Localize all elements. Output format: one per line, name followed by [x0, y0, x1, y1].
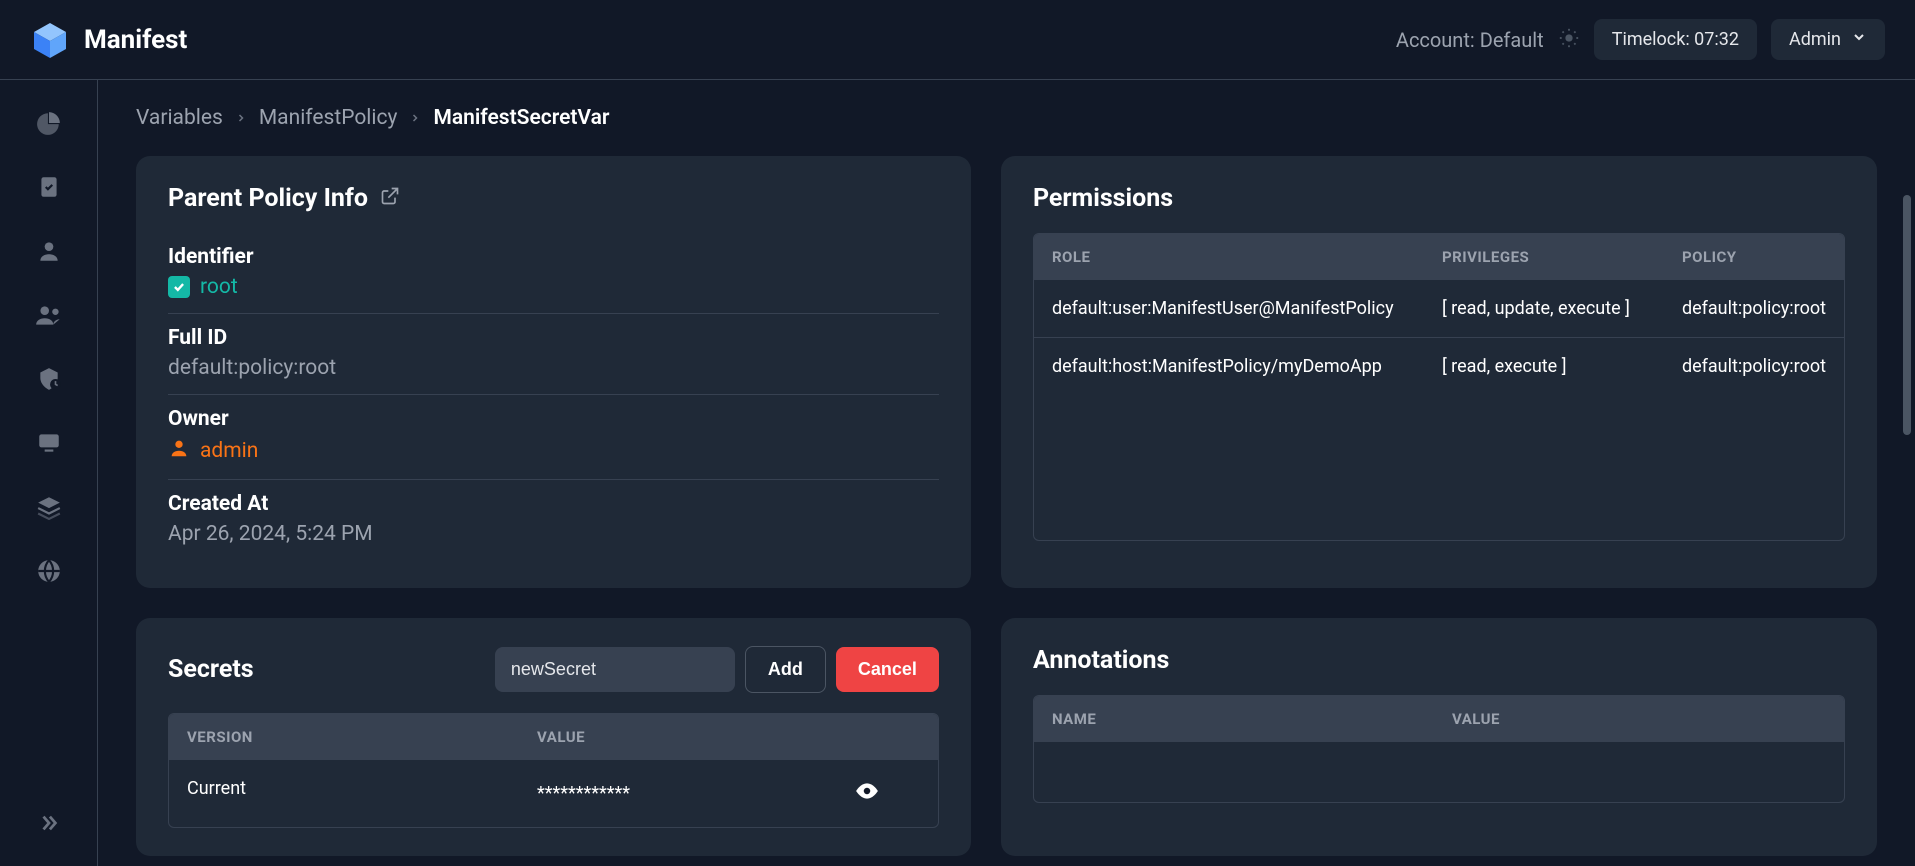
- nav-hosts-icon[interactable]: [36, 430, 62, 460]
- main-content: Variables ManifestPolicy ManifestSecretV…: [98, 80, 1915, 866]
- permissions-title: Permissions: [1033, 184, 1845, 213]
- sidebar-collapse-icon[interactable]: [38, 812, 60, 838]
- app-name: Manifest: [84, 25, 187, 55]
- user-icon: [168, 437, 190, 465]
- perm-role: default:host:ManifestPolicy/myDemoApp: [1052, 356, 1442, 377]
- secret-input[interactable]: [495, 647, 735, 692]
- account-label: Account: Default: [1396, 28, 1544, 52]
- created-label: Created At: [168, 492, 939, 516]
- annotations-header-value: VALUE: [1452, 710, 1826, 728]
- logo-icon: [30, 20, 70, 60]
- secret-value: ************: [537, 783, 630, 804]
- secrets-table: VERSION VALUE Current ************: [168, 713, 939, 828]
- secrets-card: Secrets Add Cancel VERSION VALUE Current: [136, 618, 971, 856]
- permissions-header-role: ROLE: [1052, 248, 1442, 266]
- chevron-right-icon: [409, 106, 421, 130]
- app-header: Manifest Account: Default Timelock: 07:3…: [0, 0, 1915, 80]
- annotations-header-name: NAME: [1052, 710, 1452, 728]
- nav-globe-icon[interactable]: [36, 558, 62, 588]
- logo[interactable]: Manifest: [30, 20, 187, 60]
- breadcrumb-variables[interactable]: Variables: [136, 106, 223, 130]
- identifier-value[interactable]: root: [200, 275, 238, 299]
- breadcrumb: Variables ManifestPolicy ManifestSecretV…: [136, 106, 1877, 130]
- timelock-text: Timelock: 07:32: [1612, 29, 1739, 50]
- scrollbar[interactable]: [1903, 195, 1911, 866]
- annotations-table: NAME VALUE: [1033, 695, 1845, 803]
- annotations-card: Annotations NAME VALUE: [1001, 618, 1877, 856]
- permissions-header-privileges: PRIVILEGES: [1442, 248, 1682, 266]
- cancel-button[interactable]: Cancel: [836, 647, 939, 692]
- theme-toggle-icon[interactable]: [1558, 27, 1580, 53]
- breadcrumb-manifestpolicy[interactable]: ManifestPolicy: [259, 106, 398, 130]
- nav-user-icon[interactable]: [36, 238, 62, 268]
- add-button[interactable]: Add: [745, 646, 826, 693]
- nav-policies-icon[interactable]: [36, 174, 62, 204]
- table-row: Current ************: [169, 760, 938, 827]
- user-menu-label: Admin: [1789, 29, 1841, 50]
- perm-privileges: [ read, execute ]: [1442, 356, 1682, 377]
- nav-dashboard-icon[interactable]: [36, 110, 62, 140]
- owner-value[interactable]: admin: [200, 439, 258, 463]
- chevron-down-icon: [1851, 29, 1867, 50]
- secrets-header-version: VERSION: [187, 728, 537, 746]
- policy-check-icon: [168, 276, 190, 298]
- timelock-badge: Timelock: 07:32: [1594, 19, 1757, 60]
- secret-version: Current: [187, 778, 537, 809]
- scrollbar-thumb[interactable]: [1903, 195, 1911, 435]
- perm-policy: default:policy:root: [1682, 356, 1826, 377]
- chevron-right-icon: [235, 106, 247, 130]
- secrets-title: Secrets: [168, 655, 254, 684]
- permissions-card: Permissions ROLE PRIVILEGES POLICY defau…: [1001, 156, 1877, 588]
- reveal-secret-icon[interactable]: [854, 778, 880, 809]
- created-value: Apr 26, 2024, 5:24 PM: [168, 522, 939, 546]
- perm-policy: default:policy:root: [1682, 298, 1826, 319]
- table-row: default:user:ManifestUser@ManifestPolicy…: [1034, 280, 1844, 338]
- parent-policy-title: Parent Policy Info: [168, 184, 368, 213]
- external-link-icon[interactable]: [380, 184, 400, 213]
- permissions-table: ROLE PRIVILEGES POLICY default:user:Mani…: [1033, 233, 1845, 541]
- user-menu[interactable]: Admin: [1771, 19, 1885, 60]
- identifier-label: Identifier: [168, 245, 939, 269]
- annotations-title: Annotations: [1033, 646, 1845, 675]
- owner-label: Owner: [168, 407, 939, 431]
- nav-layers-icon[interactable]: [36, 494, 62, 524]
- permissions-header-policy: POLICY: [1682, 248, 1826, 266]
- perm-privileges: [ read, update, execute ]: [1442, 298, 1682, 319]
- nav-groups-icon[interactable]: [34, 302, 64, 332]
- perm-role: default:user:ManifestUser@ManifestPolicy: [1052, 298, 1442, 319]
- full-id-value: default:policy:root: [168, 356, 939, 380]
- table-row: default:host:ManifestPolicy/myDemoApp [ …: [1034, 338, 1844, 395]
- sidebar: [0, 80, 98, 866]
- full-id-label: Full ID: [168, 326, 939, 350]
- parent-policy-card: Parent Policy Info Identifier root: [136, 156, 971, 588]
- nav-shield-icon[interactable]: [36, 366, 62, 396]
- breadcrumb-current: ManifestSecretVar: [433, 106, 609, 130]
- secrets-header-value: VALUE: [537, 728, 920, 746]
